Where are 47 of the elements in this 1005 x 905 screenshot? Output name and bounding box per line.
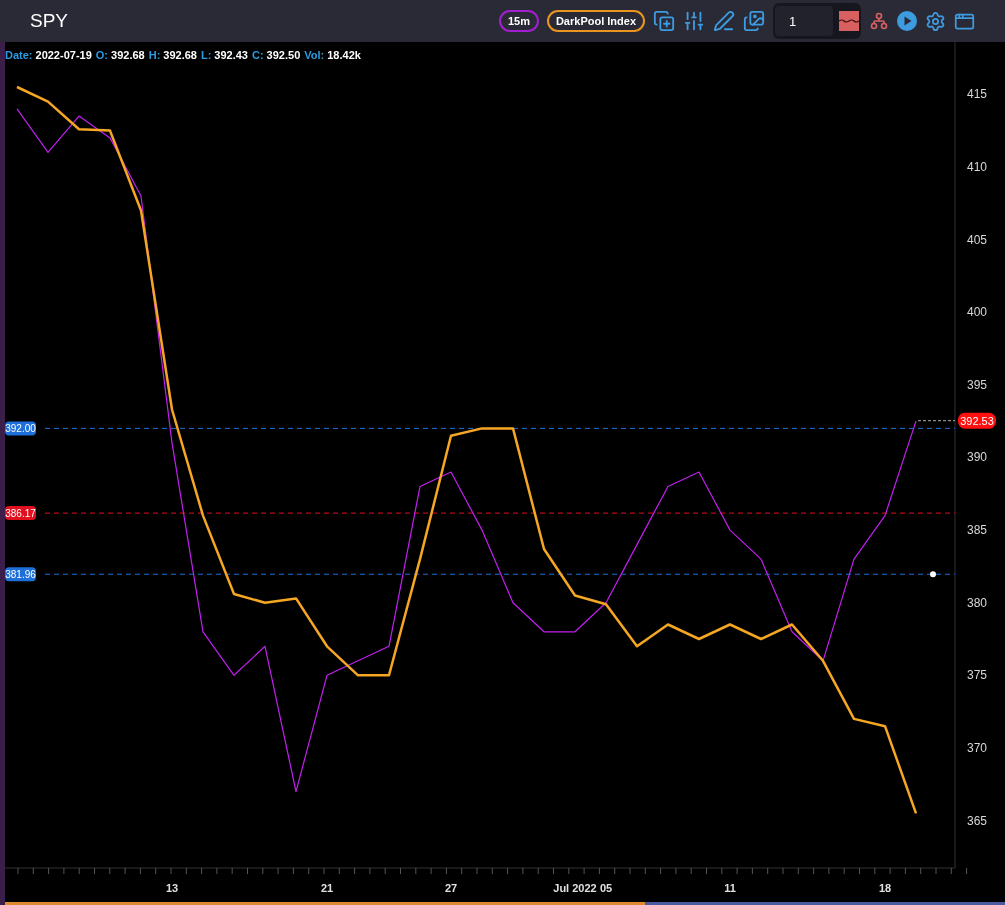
- number-input[interactable]: 1: [775, 6, 833, 36]
- image-icon[interactable]: [743, 10, 765, 32]
- axis-label: 21: [320, 882, 334, 894]
- axis-label: 410: [967, 159, 988, 174]
- price-tag: 392.00: [5, 421, 36, 436]
- info-value: 18.42k: [327, 48, 361, 63]
- axis-label: 05: [599, 882, 613, 894]
- indicator-pill[interactable]: 15m: [498, 10, 539, 32]
- info-label: O:: [95, 48, 109, 63]
- axis-label: 390: [967, 450, 988, 465]
- axis-label: 27: [444, 882, 458, 894]
- axis-label: 13: [165, 882, 179, 894]
- price-tag: 386.17: [5, 506, 36, 521]
- play-icon[interactable]: [897, 11, 917, 31]
- indicator-pill[interactable]: DarkPool Index: [546, 10, 645, 32]
- marker-icon: [930, 571, 936, 578]
- info-value: 392.68: [163, 48, 197, 63]
- settings-icon[interactable]: [925, 10, 946, 32]
- fork-icon[interactable]: [869, 11, 889, 31]
- info-label: C:: [252, 48, 264, 63]
- info-label: Vol:: [304, 48, 325, 63]
- info-label: L:: [200, 48, 212, 63]
- axis-label: 11: [724, 882, 736, 894]
- info-value: 392.50: [266, 48, 301, 63]
- info-value: 392.68: [111, 48, 145, 63]
- axis-label: 18: [878, 882, 892, 894]
- info-value: 2022-07-19: [35, 48, 92, 63]
- axis-label: 375: [967, 668, 988, 683]
- add-layer-icon[interactable]: [653, 10, 675, 32]
- axis-label: 400: [967, 305, 988, 320]
- pencil-icon[interactable]: [713, 10, 735, 32]
- axis-label: 370: [967, 741, 988, 755]
- symbol-title: SPY: [30, 8, 69, 33]
- price-tag: 381.96: [5, 567, 36, 582]
- axis-label: 380: [967, 595, 988, 610]
- axis-label: 365: [967, 813, 988, 828]
- axis-label: 415: [967, 87, 988, 102]
- axis-label: Jul 2022: [553, 882, 597, 894]
- info-label: H:: [148, 48, 161, 63]
- info-value: 392.43: [214, 48, 248, 63]
- sliders-icon[interactable]: [683, 10, 705, 32]
- wave-icon[interactable]: [839, 11, 859, 31]
- axis-label: 395: [967, 377, 988, 392]
- axis-label: 405: [967, 232, 988, 247]
- axis-label: 385: [967, 523, 988, 538]
- last-price-tag: 392.53: [958, 412, 996, 429]
- info-label: Date:: [5, 48, 33, 63]
